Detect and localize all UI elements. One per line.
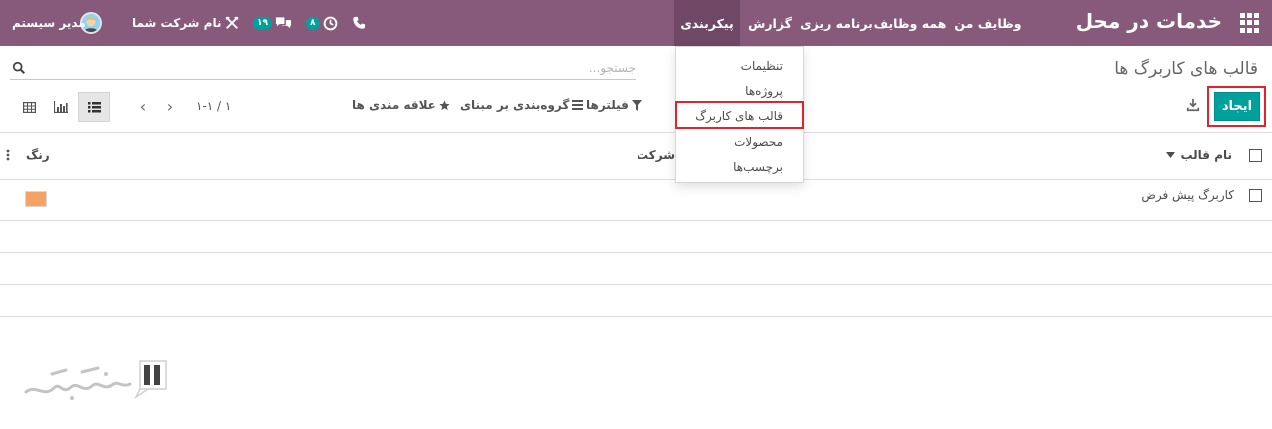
app-brand[interactable]: خدمات در محل: [1076, 9, 1222, 33]
menu-configuration[interactable]: پیکربندی: [674, 0, 740, 46]
menu-my-tasks[interactable]: وظایف من: [947, 0, 1029, 46]
messages-badge: ۱۹: [253, 16, 272, 30]
filters-label: فیلترها: [586, 98, 629, 112]
filters-toggle[interactable]: فیلترها: [586, 98, 642, 112]
top-navbar: خدمات در محل وظایف من همه وظایف برنامه ر…: [0, 0, 1272, 46]
empty-row-separator: [0, 316, 1272, 317]
empty-row-separator: [0, 284, 1272, 285]
select-all-checkbox[interactable]: [1249, 149, 1262, 162]
user-name[interactable]: مدیر سیستم: [12, 0, 86, 46]
messaging-menu[interactable]: ۱۹: [253, 0, 292, 46]
company-switch-icon[interactable]: [225, 0, 239, 46]
search-icon[interactable]: [12, 61, 26, 75]
list-header-top-border: [0, 132, 1272, 133]
star-icon: [439, 99, 450, 110]
company-name[interactable]: نام شرکت شما: [132, 0, 221, 46]
chat-icon: [275, 17, 292, 29]
download-icon[interactable]: [1186, 98, 1200, 112]
pivot-view-button[interactable]: [13, 92, 45, 122]
table-icon: [22, 101, 36, 113]
menu-planning[interactable]: برنامه ریزی: [800, 0, 873, 46]
favorites-label: علاقه مندی ها: [352, 98, 436, 112]
list-view-button[interactable]: [78, 92, 110, 122]
activity-menu[interactable]: ۸: [306, 0, 338, 46]
empty-row-separator: [0, 252, 1272, 253]
menu-reporting[interactable]: گزارش: [740, 0, 800, 46]
dropdown-item-tags[interactable]: برچسب‌ها: [733, 160, 783, 174]
column-header-name[interactable]: نام قالب: [1166, 148, 1232, 162]
search-bar: [10, 58, 636, 80]
favorites-toggle[interactable]: علاقه مندی ها: [352, 98, 450, 112]
phone-icon[interactable]: [352, 0, 366, 46]
color-swatch: [25, 191, 47, 207]
pager-previous-icon[interactable]: ‹: [133, 96, 153, 116]
watermark-logo: [24, 360, 167, 400]
page-title: قالب های کاربرگ ها: [1114, 59, 1258, 79]
pager-next-icon[interactable]: ›: [160, 96, 180, 116]
list-header-bottom-border: [0, 179, 1272, 180]
row-name-cell: کاربرگ پیش فرض: [1141, 188, 1234, 202]
column-name-label: نام قالب: [1180, 148, 1232, 162]
row-checkbox[interactable]: [1249, 189, 1262, 202]
menu-all-tasks[interactable]: همه وظایف: [872, 0, 948, 46]
dropdown-item-highlight: [675, 101, 804, 129]
caret-down-icon: [1166, 152, 1176, 158]
list-icon: [87, 101, 101, 112]
activity-badge: ۸: [306, 16, 320, 30]
dropdown-item-settings[interactable]: تنظیمات: [741, 59, 783, 73]
create-button[interactable]: ایجاد: [1214, 92, 1260, 121]
column-header-company[interactable]: شرکت ها: [638, 148, 675, 162]
dropdown-item-products[interactable]: محصولات: [734, 135, 783, 149]
apps-grid-icon[interactable]: [1240, 13, 1260, 33]
groupby-toggle[interactable]: گروه‌بندی بر مبنای: [460, 98, 584, 112]
funnel-icon: [631, 99, 642, 111]
groupby-label: گروه‌بندی بر مبنای: [460, 98, 570, 112]
clock-icon: [323, 16, 337, 30]
search-input[interactable]: [36, 58, 636, 78]
dropdown-item-projects[interactable]: پروژه‌ها: [745, 84, 783, 98]
row-separator: [0, 220, 1272, 221]
bar-chart-icon: [54, 101, 68, 113]
column-header-color[interactable]: رنگ: [26, 148, 50, 162]
pager-value[interactable]: ۱-۱ / ۱: [196, 99, 231, 113]
bars-icon: [572, 100, 584, 110]
column-header-company-clip: شرکت ها: [638, 144, 675, 166]
optional-columns-icon[interactable]: [6, 149, 10, 161]
graph-view-button[interactable]: [45, 92, 77, 122]
